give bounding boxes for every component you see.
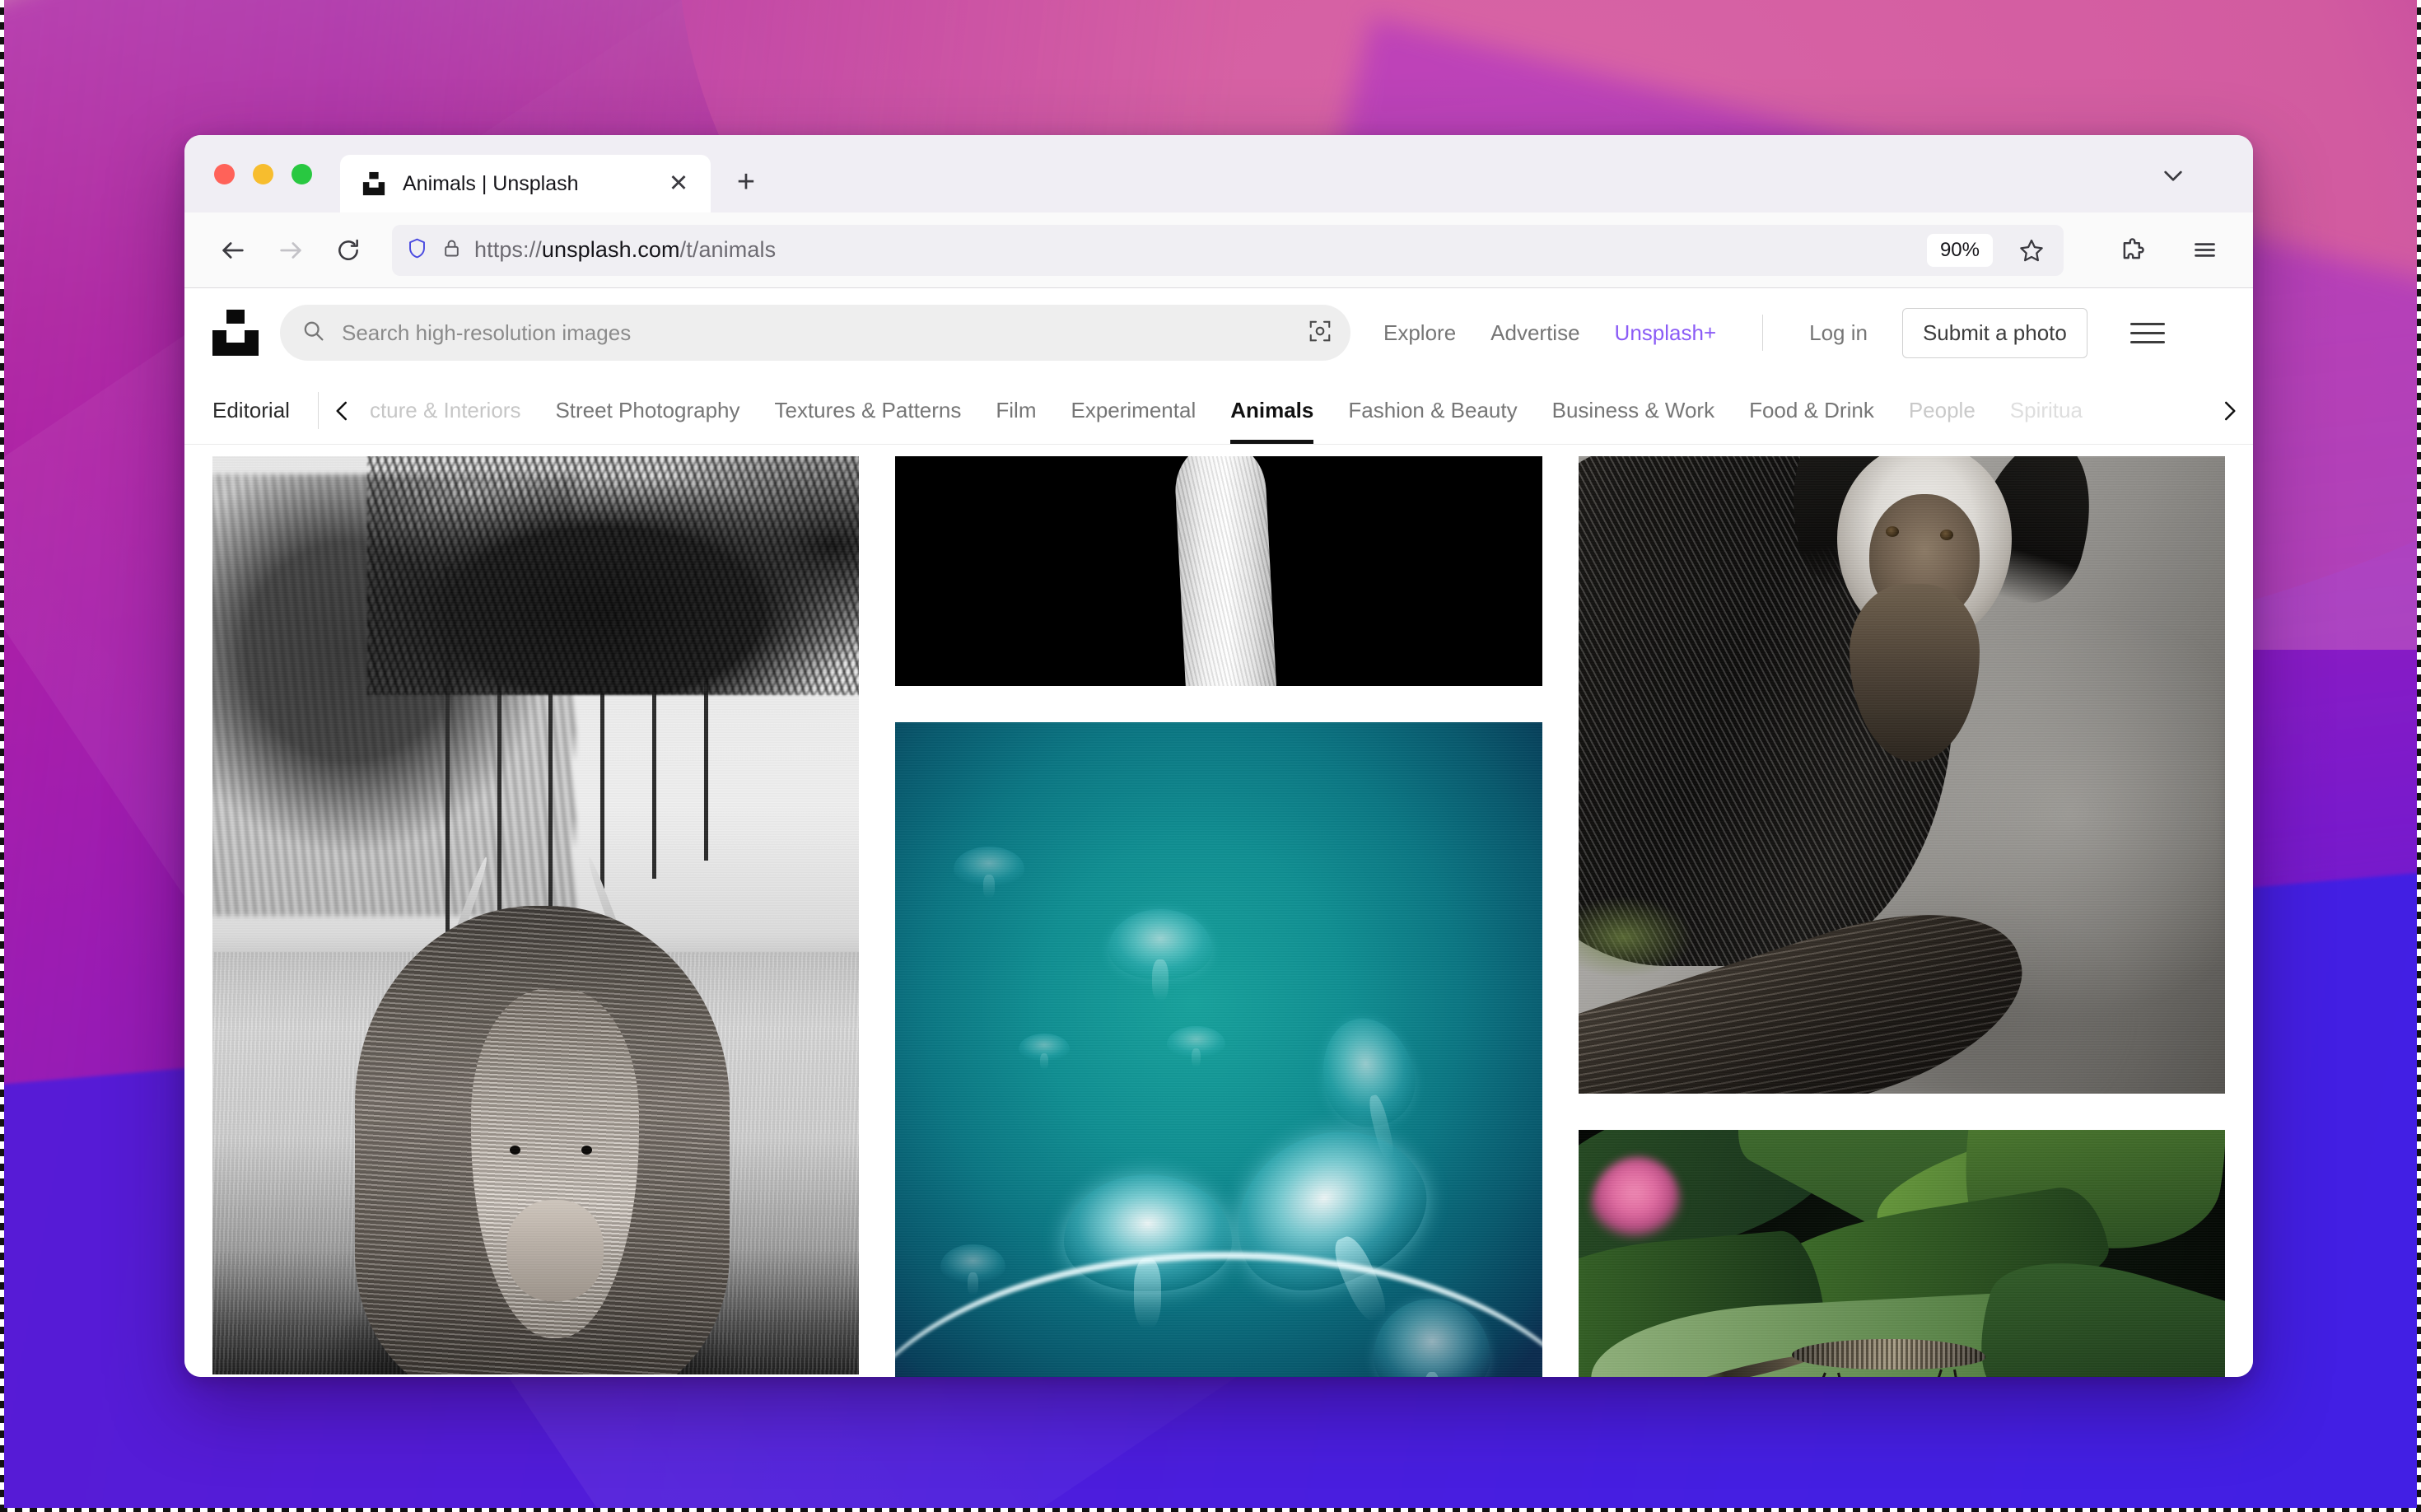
submit-a-photo-button[interactable]: Submit a photo bbox=[1902, 308, 2087, 358]
chevron-left-icon[interactable] bbox=[319, 377, 366, 444]
category-architecture-interiors[interactable]: cture & Interiors bbox=[370, 377, 521, 444]
header-nav-links: Explore Advertise Unsplash+ Log in Submi… bbox=[1383, 308, 2165, 358]
visual-search-icon[interactable] bbox=[1308, 319, 1332, 348]
arrow-left-icon[interactable] bbox=[208, 225, 259, 276]
unsplash-header: Search high-resolution images Explore Ad… bbox=[184, 288, 2253, 377]
nav-link-advertise[interactable]: Advertise bbox=[1490, 320, 1579, 346]
nav-item-editorial[interactable]: Editorial bbox=[212, 377, 318, 444]
photo-card-jellyfish[interactable] bbox=[895, 722, 1542, 1377]
browser-tab[interactable]: Animals | Unsplash ✕ bbox=[340, 155, 711, 212]
category-people[interactable]: People bbox=[1909, 377, 1976, 444]
photo-column-3 bbox=[1579, 456, 2225, 1377]
login-link[interactable]: Log in bbox=[1809, 320, 1868, 346]
category-street-photography[interactable]: Street Photography bbox=[555, 377, 739, 444]
category-food-drink[interactable]: Food & Drink bbox=[1749, 377, 1874, 444]
close-window-button[interactable] bbox=[214, 164, 235, 184]
hamburger-menu-icon[interactable] bbox=[2179, 225, 2230, 276]
toolbar-right-actions bbox=[2082, 225, 2230, 276]
browser-toolbar: https://unsplash.com/t/animals 90% bbox=[184, 212, 2253, 288]
category-nav: Editorial cture & Interiors Street Photo… bbox=[184, 377, 2253, 445]
unsplash-logo-icon[interactable] bbox=[212, 310, 259, 356]
close-tab-button[interactable]: ✕ bbox=[665, 170, 693, 198]
nav-divider bbox=[1762, 315, 1763, 351]
search-input[interactable]: Search high-resolution images bbox=[280, 305, 1350, 361]
address-bar[interactable]: https://unsplash.com/t/animals 90% bbox=[392, 225, 2064, 276]
unsplash-logo-icon bbox=[362, 171, 386, 196]
photo-column-1 bbox=[212, 456, 859, 1374]
nav-link-unsplash-plus[interactable]: Unsplash+ bbox=[1615, 320, 1717, 346]
search-placeholder: Search high-resolution images bbox=[342, 320, 1291, 346]
browser-window: Animals | Unsplash ✕ + bbox=[184, 135, 2253, 1377]
arrow-right-icon bbox=[265, 225, 316, 276]
photo-card-marmoset[interactable] bbox=[1579, 456, 2225, 1094]
new-tab-button[interactable]: + bbox=[722, 158, 770, 206]
lock-icon[interactable] bbox=[441, 237, 463, 264]
puzzle-piece-icon[interactable] bbox=[2106, 225, 2157, 276]
minimize-window-button[interactable] bbox=[253, 164, 273, 184]
search-icon bbox=[301, 319, 325, 347]
window-controls bbox=[184, 135, 330, 212]
photo-card-lizard[interactable] bbox=[1579, 1130, 2225, 1377]
tab-strip: Animals | Unsplash ✕ + bbox=[184, 135, 2253, 212]
category-film[interactable]: Film bbox=[996, 377, 1036, 444]
category-experimental[interactable]: Experimental bbox=[1071, 377, 1196, 444]
category-business-work[interactable]: Business & Work bbox=[1552, 377, 1714, 444]
page-viewport: Search high-resolution images Explore Ad… bbox=[184, 288, 2253, 1377]
chevron-right-icon[interactable] bbox=[2205, 377, 2253, 444]
star-icon[interactable] bbox=[2013, 231, 2050, 269]
photo-grid bbox=[184, 456, 2253, 1377]
category-scroller[interactable]: cture & Interiors Street Photography Tex… bbox=[319, 377, 2253, 444]
category-textures-patterns[interactable]: Textures & Patterns bbox=[775, 377, 962, 444]
category-animals[interactable]: Animals bbox=[1230, 377, 1313, 444]
photo-column-2 bbox=[895, 456, 1542, 1377]
nav-link-explore[interactable]: Explore bbox=[1383, 320, 1456, 346]
category-spirituality[interactable]: Spiritua bbox=[2010, 377, 2083, 444]
photo-card-highland-cow[interactable] bbox=[212, 456, 859, 1374]
hamburger-menu-icon[interactable] bbox=[2130, 315, 2165, 350]
shield-icon[interactable] bbox=[405, 236, 429, 264]
photo-card-white-limb[interactable] bbox=[895, 456, 1542, 686]
category-fashion-beauty[interactable]: Fashion & Beauty bbox=[1348, 377, 1517, 444]
tab-title: Animals | Unsplash bbox=[403, 172, 648, 196]
maximize-window-button[interactable] bbox=[292, 164, 312, 184]
zoom-level-badge[interactable]: 90% bbox=[1927, 234, 1993, 267]
chevron-down-icon[interactable] bbox=[2151, 153, 2195, 198]
reload-icon[interactable] bbox=[323, 225, 374, 276]
address-bar-url: https://unsplash.com/t/animals bbox=[474, 237, 776, 263]
